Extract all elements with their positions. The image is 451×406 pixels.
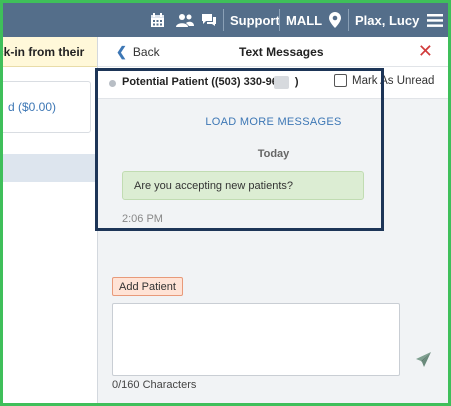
contact-name-text: Potential Patient ((503) 330-96 xyxy=(122,76,278,88)
panel-title: Text Messages xyxy=(239,45,324,59)
panel-header: ❮ Back Text Messages ✕ xyxy=(98,37,449,67)
divider xyxy=(279,9,280,31)
balance-card[interactable]: d ($0.00) xyxy=(0,81,91,133)
add-patient-button[interactable]: Add Patient xyxy=(112,277,183,296)
divider xyxy=(223,9,224,31)
message-timestamp: 2:06 PM xyxy=(122,213,163,225)
checkin-banner-text: ck-in from their xyxy=(3,44,85,59)
location-selector[interactable]: MALL xyxy=(286,3,342,37)
redaction-block xyxy=(274,76,289,89)
divider xyxy=(348,9,349,31)
contact-name-suffix: ) xyxy=(294,76,299,88)
calendar-icon[interactable] xyxy=(150,3,165,37)
day-separator: Today xyxy=(257,148,290,160)
support-link[interactable]: Support xyxy=(230,3,280,37)
top-navigation-bar: Support MALL Plax, Lucy xyxy=(3,3,448,37)
chevron-left-icon: ❮ xyxy=(116,44,127,59)
users-icon[interactable] xyxy=(175,3,195,37)
mark-as-unread-toggle[interactable]: Mark As Unread xyxy=(334,74,434,87)
message-input[interactable] xyxy=(112,303,400,376)
back-label: Back xyxy=(132,45,160,59)
close-icon[interactable]: ✕ xyxy=(418,41,433,61)
load-more-messages-link[interactable]: LOAD MORE MESSAGES xyxy=(98,116,449,128)
send-icon[interactable] xyxy=(415,351,432,373)
back-button[interactable]: ❮ Back xyxy=(116,44,160,60)
status-dot xyxy=(109,80,116,87)
character-count: 0/160 Characters xyxy=(112,379,197,391)
balance-value: d ($0.00) xyxy=(8,100,57,114)
chat-icon[interactable] xyxy=(201,3,217,37)
user-name: Plax, Lucy xyxy=(355,12,420,28)
contact-name: Potential Patient ((503) 330-96) xyxy=(122,76,299,88)
contact-row: Potential Patient ((503) 330-96) Mark As… xyxy=(98,67,449,99)
mark-as-unread-checkbox[interactable] xyxy=(334,74,347,87)
mark-as-unread-label: Mark As Unread xyxy=(352,74,435,87)
hamburger-menu-icon xyxy=(427,13,444,27)
message-bubble: Are you accepting new patients? xyxy=(122,171,364,200)
user-menu[interactable]: Plax, Lucy xyxy=(355,3,444,37)
location-label: MALL xyxy=(286,12,323,28)
message-text: Are you accepting new patients? xyxy=(134,179,293,192)
location-pin-icon xyxy=(329,12,342,28)
text-messages-panel: ❮ Back Text Messages ✕ Potential Patient… xyxy=(97,37,449,403)
